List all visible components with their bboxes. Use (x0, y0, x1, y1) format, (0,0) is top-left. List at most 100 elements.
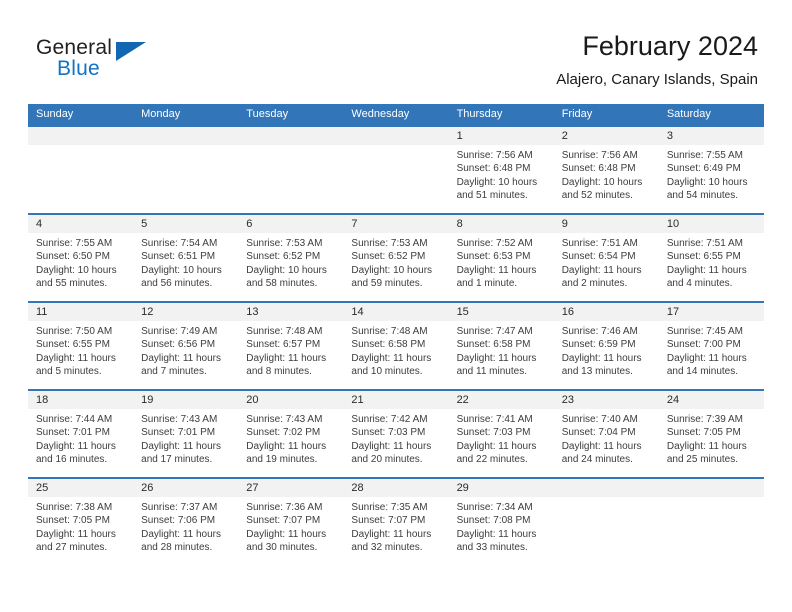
sunset-text: Sunset: 6:57 PM (246, 339, 321, 351)
calendar-page: General Blue February 2024 Alajero, Cana… (0, 0, 792, 612)
day-cell[interactable]: 29 Sunrise: 7:34 AM Sunset: 7:08 PM Dayl… (448, 479, 554, 565)
sunset-text: Sunset: 7:05 PM (666, 427, 741, 439)
day-cell[interactable]: 22 Sunrise: 7:41 AM Sunset: 7:03 PM Dayl… (448, 391, 554, 477)
sunrise-text: Sunrise: 7:45 AM (666, 326, 743, 337)
sunset-text: Sunset: 6:50 PM (36, 251, 110, 263)
day-number: 29 (448, 479, 554, 497)
day-cell[interactable] (343, 127, 449, 213)
weekday-friday: Friday (561, 108, 593, 120)
sunset-text: Sunset: 6:58 PM (456, 339, 531, 351)
day-cell[interactable]: 4 Sunrise: 7:55 AM Sunset: 6:50 PM Dayli… (28, 215, 134, 301)
day-cell[interactable]: 14 Sunrise: 7:48 AM Sunset: 6:58 PM Dayl… (343, 303, 449, 389)
day-number: 16 (553, 303, 659, 321)
day-cell[interactable]: 13 Sunrise: 7:48 AM Sunset: 6:57 PM Dayl… (238, 303, 344, 389)
day-cell[interactable]: 23 Sunrise: 7:40 AM Sunset: 7:04 PM Dayl… (553, 391, 659, 477)
day-number (658, 479, 764, 497)
day-details: Sunrise: 7:47 AM Sunset: 6:58 PM Dayligh… (449, 321, 554, 379)
day-details (659, 497, 764, 501)
weekday-sunday: Sunday (36, 108, 74, 120)
calendar-week-row: 11 Sunrise: 7:50 AM Sunset: 6:55 PM Dayl… (28, 301, 764, 389)
day-cell[interactable] (133, 127, 239, 213)
day-cell[interactable]: 1 Sunrise: 7:56 AM Sunset: 6:48 PM Dayli… (448, 127, 554, 213)
day-number: 11 (28, 303, 134, 321)
day-details: Sunrise: 7:55 AM Sunset: 6:49 PM Dayligh… (659, 145, 764, 203)
weekday-wednesday: Wednesday (351, 108, 410, 120)
day-cell[interactable]: 10 Sunrise: 7:51 AM Sunset: 6:55 PM Dayl… (658, 215, 764, 301)
sunset-text: Sunset: 7:08 PM (456, 515, 531, 527)
day-cell[interactable]: 11 Sunrise: 7:50 AM Sunset: 6:55 PM Dayl… (28, 303, 134, 389)
sunset-text: Sunset: 7:07 PM (351, 515, 426, 527)
day-cell[interactable]: 25 Sunrise: 7:38 AM Sunset: 7:05 PM Dayl… (28, 479, 134, 565)
sunrise-text: Sunrise: 7:53 AM (246, 238, 323, 249)
day-number: 25 (28, 479, 134, 497)
day-number: 15 (448, 303, 554, 321)
day-details: Sunrise: 7:39 AM Sunset: 7:05 PM Dayligh… (659, 409, 764, 467)
sunrise-text: Sunrise: 7:50 AM (36, 326, 113, 337)
weekday-saturday: Saturday (666, 108, 711, 120)
day-number: 12 (133, 303, 239, 321)
day-cell[interactable]: 2 Sunrise: 7:56 AM Sunset: 6:48 PM Dayli… (553, 127, 659, 213)
daylight-text: Daylight: 11 hours and 7 minutes. (141, 352, 221, 378)
day-cell[interactable]: 27 Sunrise: 7:36 AM Sunset: 7:07 PM Dayl… (238, 479, 344, 565)
daylight-text: Daylight: 11 hours and 16 minutes. (36, 440, 116, 466)
day-details: Sunrise: 7:42 AM Sunset: 7:03 PM Dayligh… (343, 409, 448, 467)
day-number (238, 127, 344, 145)
day-details: Sunrise: 7:53 AM Sunset: 6:52 PM Dayligh… (343, 233, 448, 291)
day-cell[interactable]: 21 Sunrise: 7:42 AM Sunset: 7:03 PM Dayl… (343, 391, 449, 477)
day-number: 1 (448, 127, 554, 145)
day-cell[interactable]: 19 Sunrise: 7:43 AM Sunset: 7:01 PM Dayl… (133, 391, 239, 477)
day-cell[interactable]: 6 Sunrise: 7:53 AM Sunset: 6:52 PM Dayli… (238, 215, 344, 301)
day-cell[interactable]: 28 Sunrise: 7:35 AM Sunset: 7:07 PM Dayl… (343, 479, 449, 565)
sunset-text: Sunset: 7:00 PM (666, 339, 741, 351)
day-number: 21 (343, 391, 449, 409)
sunrise-text: Sunrise: 7:34 AM (456, 502, 533, 513)
day-cell[interactable]: 26 Sunrise: 7:37 AM Sunset: 7:06 PM Dayl… (133, 479, 239, 565)
daylight-text: Daylight: 11 hours and 11 minutes. (456, 352, 537, 378)
sunset-text: Sunset: 7:06 PM (141, 515, 216, 527)
day-cell[interactable]: 12 Sunrise: 7:49 AM Sunset: 6:56 PM Dayl… (133, 303, 239, 389)
calendar-week-row: 18 Sunrise: 7:44 AM Sunset: 7:01 PM Dayl… (28, 389, 764, 477)
day-cell[interactable]: 18 Sunrise: 7:44 AM Sunset: 7:01 PM Dayl… (28, 391, 134, 477)
day-cell[interactable]: 3 Sunrise: 7:55 AM Sunset: 6:49 PM Dayli… (658, 127, 764, 213)
day-cell[interactable]: 5 Sunrise: 7:54 AM Sunset: 6:51 PM Dayli… (133, 215, 239, 301)
day-cell[interactable]: 8 Sunrise: 7:52 AM Sunset: 6:53 PM Dayli… (448, 215, 554, 301)
sunrise-text: Sunrise: 7:40 AM (561, 414, 638, 425)
daylight-text: Daylight: 10 hours and 58 minutes. (246, 264, 327, 290)
day-cell[interactable] (28, 127, 134, 213)
daylight-text: Daylight: 10 hours and 56 minutes. (141, 264, 222, 290)
day-details: Sunrise: 7:51 AM Sunset: 6:54 PM Dayligh… (554, 233, 659, 291)
day-number (133, 127, 239, 145)
day-cell[interactable] (658, 479, 764, 565)
daylight-text: Daylight: 11 hours and 22 minutes. (456, 440, 537, 466)
sunset-text: Sunset: 6:56 PM (141, 339, 216, 351)
day-number: 26 (133, 479, 239, 497)
day-details: Sunrise: 7:49 AM Sunset: 6:56 PM Dayligh… (133, 321, 238, 379)
day-details: Sunrise: 7:40 AM Sunset: 7:04 PM Dayligh… (554, 409, 659, 467)
general-blue-logo[interactable]: General Blue (36, 36, 216, 88)
day-cell[interactable]: 24 Sunrise: 7:39 AM Sunset: 7:05 PM Dayl… (658, 391, 764, 477)
daylight-text: Daylight: 11 hours and 17 minutes. (141, 440, 221, 466)
day-cell[interactable]: 20 Sunrise: 7:43 AM Sunset: 7:02 PM Dayl… (238, 391, 344, 477)
day-cell[interactable]: 9 Sunrise: 7:51 AM Sunset: 6:54 PM Dayli… (553, 215, 659, 301)
sunrise-text: Sunrise: 7:46 AM (561, 326, 638, 337)
weekday-monday: Monday (141, 108, 181, 120)
day-details: Sunrise: 7:56 AM Sunset: 6:48 PM Dayligh… (554, 145, 659, 203)
day-cell[interactable]: 16 Sunrise: 7:46 AM Sunset: 6:59 PM Dayl… (553, 303, 659, 389)
sunrise-text: Sunrise: 7:48 AM (246, 326, 323, 337)
day-number: 22 (448, 391, 554, 409)
daylight-text: Daylight: 11 hours and 24 minutes. (561, 440, 642, 466)
sunset-text: Sunset: 7:07 PM (246, 515, 321, 527)
sunset-text: Sunset: 6:49 PM (666, 163, 741, 175)
day-cell[interactable] (238, 127, 344, 213)
day-number: 2 (553, 127, 659, 145)
day-details (554, 497, 659, 501)
day-details: Sunrise: 7:50 AM Sunset: 6:55 PM Dayligh… (28, 321, 133, 379)
sunrise-text: Sunrise: 7:36 AM (246, 502, 323, 513)
daylight-text: Daylight: 10 hours and 54 minutes. (666, 176, 748, 202)
day-number: 8 (448, 215, 554, 233)
sunrise-text: Sunrise: 7:38 AM (36, 502, 113, 513)
day-cell[interactable]: 15 Sunrise: 7:47 AM Sunset: 6:58 PM Dayl… (448, 303, 554, 389)
day-cell[interactable] (553, 479, 659, 565)
day-cell[interactable]: 7 Sunrise: 7:53 AM Sunset: 6:52 PM Dayli… (343, 215, 449, 301)
day-cell[interactable]: 17 Sunrise: 7:45 AM Sunset: 7:00 PM Dayl… (658, 303, 764, 389)
